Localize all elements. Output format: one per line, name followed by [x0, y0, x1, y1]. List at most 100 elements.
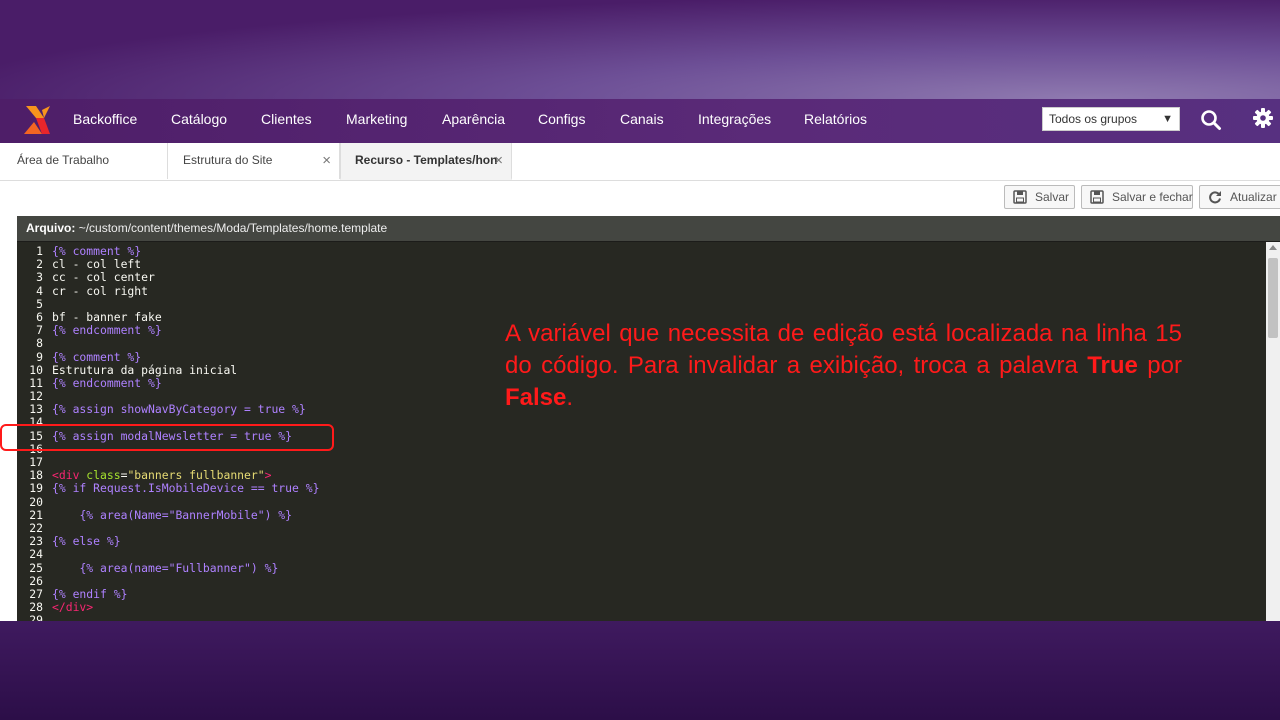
nav-backoffice[interactable]: Backoffice — [73, 99, 137, 143]
top-navbar: Backoffice Catálogo Clientes Marketing A… — [0, 99, 1280, 143]
line-number: 10 — [29, 362, 43, 377]
code-token: {% comment %} — [52, 349, 142, 364]
tab-area-de-trabalho[interactable]: Área de Trabalho — [0, 143, 168, 179]
line-number: 25 — [29, 560, 43, 575]
code-line[interactable]: 29 — [17, 614, 1265, 621]
tab-label: Estrutura do Site — [183, 153, 273, 167]
annotation-part3: . — [566, 384, 574, 411]
tab-label: Área de Trabalho — [17, 153, 110, 167]
code-token: </div> — [52, 600, 94, 615]
brand-logo-icon[interactable] — [22, 104, 52, 138]
nav-configs[interactable]: Configs — [538, 99, 585, 143]
save-and-close-button[interactable]: Salvar e fechar — [1081, 185, 1193, 209]
code-line[interactable]: 28 </div> — [17, 600, 1265, 615]
code-token: {% comment %} — [52, 244, 142, 258]
code-token: <div — [52, 468, 87, 483]
chevron-down-icon: ▼ — [1162, 113, 1173, 125]
code-editor[interactable]: Arquivo: ~/custom/content/themes/Moda/Te… — [17, 216, 1280, 621]
close-icon[interactable]: × — [494, 143, 503, 178]
background-top — [0, 0, 1280, 99]
gear-icon[interactable] — [1252, 107, 1274, 129]
code-token: {% area(name="Fullbanner") %} — [79, 560, 279, 575]
code-line[interactable]: 3 cc - col center — [17, 271, 1265, 284]
background-bottom — [0, 621, 1280, 720]
line-number: 9 — [36, 349, 43, 364]
line-number: 24 — [29, 547, 43, 562]
code-token: {% endcomment %} — [52, 375, 162, 390]
code-line[interactable]: 22 — [17, 521, 1265, 535]
line-number: 6 — [36, 309, 43, 324]
line-number: 19 — [29, 481, 43, 496]
code-token: {% area(Name="BannerMobile") %} — [79, 507, 293, 522]
annotation-bold-false: False — [505, 384, 567, 411]
tab-label: Recurso - Templates/hon — [355, 153, 498, 167]
code-token: class — [86, 468, 121, 483]
tab-recurso-templates[interactable]: Recurso - Templates/hon × — [340, 143, 512, 180]
save-icon — [1013, 190, 1027, 204]
code-line[interactable]: 5 — [17, 296, 1265, 311]
code-token: Estrutura da página inicial — [52, 362, 238, 377]
code-token: {% else %} — [52, 534, 121, 549]
save-close-label: Salvar e fechar — [1112, 190, 1193, 204]
group-select-value: Todos os grupos — [1049, 112, 1138, 126]
save-label: Salvar — [1035, 190, 1070, 204]
scrollbar-thumb[interactable] — [1268, 258, 1278, 338]
line-number: 29 — [29, 613, 43, 621]
vertical-scrollbar[interactable] — [1266, 242, 1280, 621]
line-number: 7 — [36, 323, 43, 338]
tab-estrutura-do-site[interactable]: Estrutura do Site × — [168, 143, 340, 179]
annotation-bold-true: True — [1087, 352, 1138, 379]
file-path-bar: Arquivo: ~/custom/content/themes/Moda/Te… — [17, 216, 1280, 242]
line-number: 5 — [36, 296, 43, 311]
tab-bar: Área de Trabalho Estrutura do Site × Rec… — [0, 143, 1280, 181]
code-token: {% assign showNavByCategory = true %} — [52, 402, 306, 417]
nav-relatorios[interactable]: Relatórios — [804, 99, 867, 143]
code-token: {% if Request.IsMobileDevice == true %} — [52, 481, 320, 496]
save-button[interactable]: Salvar — [1004, 185, 1075, 209]
code-token: > — [264, 468, 272, 483]
code-line[interactable]: 1 {% comment %} — [17, 244, 1265, 258]
code-line[interactable]: 27 {% endif %} — [17, 586, 1265, 601]
code-line[interactable]: 26 — [17, 573, 1265, 588]
nav-marketing[interactable]: Marketing — [346, 99, 407, 143]
code-token: bf - banner fake — [52, 309, 162, 324]
code-line[interactable]: 2 cl - col left — [17, 257, 1265, 272]
refresh-icon — [1209, 191, 1221, 204]
annotation-text: A variável que necessita de edição está … — [505, 318, 1182, 414]
code-token: cl - col left — [52, 257, 142, 272]
line-number: 26 — [29, 573, 43, 588]
file-path: ~/custom/content/themes/Moda/Templates/h… — [78, 221, 388, 235]
file-label: Arquivo: — [26, 221, 76, 235]
code-line[interactable]: 21 {% area(Name="BannerMobile") %} — [17, 507, 1265, 522]
line-number: 21 — [29, 507, 43, 522]
refresh-label: Atualizar — [1230, 190, 1277, 204]
nav-integracoes[interactable]: Integrações — [698, 99, 771, 143]
line-number: 8 — [36, 336, 43, 351]
code-line[interactable]: 4 cr - col right — [17, 283, 1265, 298]
line-15-highlight-box — [0, 424, 334, 451]
code-token: {% endcomment %} — [52, 323, 162, 338]
line-number: 1 — [36, 244, 43, 258]
code-token: cc - col center — [52, 270, 155, 285]
line-number: 3 — [36, 270, 43, 285]
scroll-up-icon[interactable] — [1269, 245, 1277, 250]
code-line[interactable]: 25 {% area(name="Fullbanner") %} — [17, 560, 1265, 575]
annotation-part1: A variável que necessita de edição está … — [505, 320, 1182, 379]
search-icon[interactable] — [1200, 109, 1222, 131]
nav-catalogo[interactable]: Catálogo — [171, 99, 227, 143]
nav-canais[interactable]: Canais — [620, 99, 664, 143]
line-number: 4 — [36, 283, 43, 298]
line-number: 2 — [36, 257, 43, 272]
code-line[interactable]: 23 {% else %} — [17, 534, 1265, 549]
code-line[interactable]: 19 {% if Request.IsMobileDevice == true %… — [17, 482, 1265, 495]
nav-clientes[interactable]: Clientes — [261, 99, 312, 143]
code-token: "banners fullbanner" — [127, 468, 265, 483]
group-select[interactable]: Todos os grupos ▼ — [1042, 107, 1180, 131]
nav-aparencia[interactable]: Aparência — [442, 99, 505, 143]
close-icon[interactable]: × — [322, 143, 331, 178]
refresh-button[interactable]: Atualizar — [1199, 185, 1280, 209]
code-token: {% endif %} — [52, 586, 128, 601]
save-icon — [1090, 190, 1104, 204]
